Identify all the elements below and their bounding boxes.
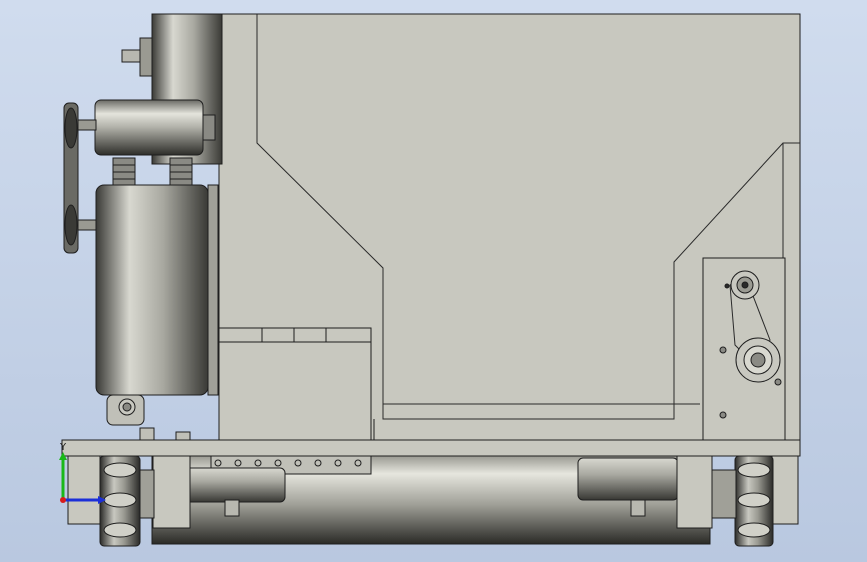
cad-viewport[interactable]: Y [0, 0, 867, 562]
side-roller [95, 184, 219, 426]
battery-box [218, 327, 372, 441]
z-axis-dot [60, 497, 66, 503]
belt-drive-panel [702, 257, 786, 441]
y-axis-label: Y [60, 442, 67, 453]
